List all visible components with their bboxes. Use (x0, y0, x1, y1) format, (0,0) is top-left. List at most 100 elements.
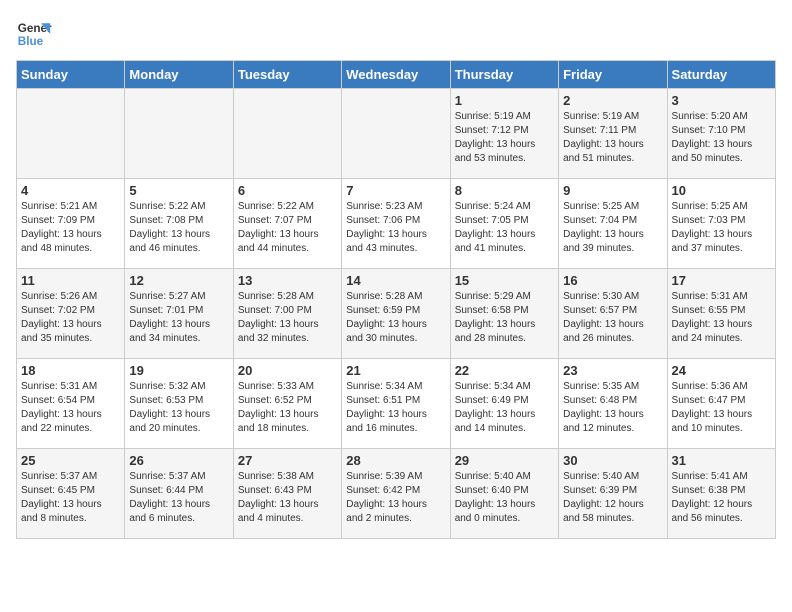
day-info: Sunrise: 5:34 AM Sunset: 6:51 PM Dayligh… (346, 380, 445, 436)
column-header-monday: Monday (125, 61, 233, 89)
day-number: 12 (129, 273, 228, 288)
day-info: Sunrise: 5:25 AM Sunset: 7:04 PM Dayligh… (563, 200, 662, 256)
logo: General Blue (16, 16, 52, 52)
calendar-header-row: SundayMondayTuesdayWednesdayThursdayFrid… (17, 61, 776, 89)
day-info: Sunrise: 5:27 AM Sunset: 7:01 PM Dayligh… (129, 290, 228, 346)
day-info: Sunrise: 5:40 AM Sunset: 6:40 PM Dayligh… (455, 470, 554, 526)
day-info: Sunrise: 5:35 AM Sunset: 6:48 PM Dayligh… (563, 380, 662, 436)
calendar-cell: 24 Sunrise: 5:36 AM Sunset: 6:47 PM Dayli… (667, 359, 775, 449)
day-info: Sunrise: 5:26 AM Sunset: 7:02 PM Dayligh… (21, 290, 120, 346)
day-info: Sunrise: 5:36 AM Sunset: 6:47 PM Dayligh… (672, 380, 771, 436)
calendar-cell: 21 Sunrise: 5:34 AM Sunset: 6:51 PM Dayli… (342, 359, 450, 449)
day-info: Sunrise: 5:22 AM Sunset: 7:07 PM Dayligh… (238, 200, 337, 256)
day-number: 7 (346, 183, 445, 198)
day-info: Sunrise: 5:25 AM Sunset: 7:03 PM Dayligh… (672, 200, 771, 256)
calendar-cell: 22Sunrise: 5:34 AM Sunset: 6:49 PM Dayli… (450, 359, 558, 449)
day-info: Sunrise: 5:39 AM Sunset: 6:42 PM Dayligh… (346, 470, 445, 526)
calendar-cell (125, 89, 233, 179)
day-number: 24 (672, 363, 771, 378)
day-info: Sunrise: 5:22 AM Sunset: 7:08 PM Dayligh… (129, 200, 228, 256)
day-number: 2 (563, 93, 662, 108)
day-info: Sunrise: 5:21 AM Sunset: 7:09 PM Dayligh… (21, 200, 120, 256)
calendar-cell: 13 Sunrise: 5:28 AM Sunset: 7:00 PM Dayli… (233, 269, 341, 359)
calendar-cell: 20Sunrise: 5:33 AM Sunset: 6:52 PM Dayli… (233, 359, 341, 449)
day-number: 26 (129, 453, 228, 468)
column-header-tuesday: Tuesday (233, 61, 341, 89)
calendar-cell: 14 Sunrise: 5:28 AM Sunset: 6:59 PM Dayli… (342, 269, 450, 359)
day-number: 29 (455, 453, 554, 468)
page-header: General Blue (16, 16, 776, 52)
day-info: Sunrise: 5:20 AM Sunset: 7:10 PM Dayligh… (672, 110, 771, 166)
day-info: Sunrise: 5:28 AM Sunset: 6:59 PM Dayligh… (346, 290, 445, 346)
calendar-week-row: 4 Sunrise: 5:21 AM Sunset: 7:09 PM Daylig… (17, 179, 776, 269)
day-number: 6 (238, 183, 337, 198)
day-number: 13 (238, 273, 337, 288)
day-info: Sunrise: 5:37 AM Sunset: 6:44 PM Dayligh… (129, 470, 228, 526)
calendar-cell: 31 Sunrise: 5:41 AM Sunset: 6:38 PM Dayli… (667, 449, 775, 539)
calendar-table: SundayMondayTuesdayWednesdayThursdayFrid… (16, 60, 776, 539)
svg-text:Blue: Blue (18, 35, 44, 48)
calendar-week-row: 11 Sunrise: 5:26 AM Sunset: 7:02 PM Dayli… (17, 269, 776, 359)
calendar-cell: 17Sunrise: 5:31 AM Sunset: 6:55 PM Dayli… (667, 269, 775, 359)
day-number: 3 (672, 93, 771, 108)
day-info: Sunrise: 5:19 AM Sunset: 7:11 PM Dayligh… (563, 110, 662, 166)
calendar-cell: 4 Sunrise: 5:21 AM Sunset: 7:09 PM Daylig… (17, 179, 125, 269)
day-info: Sunrise: 5:23 AM Sunset: 7:06 PM Dayligh… (346, 200, 445, 256)
calendar-cell: 5 Sunrise: 5:22 AM Sunset: 7:08 PM Daylig… (125, 179, 233, 269)
day-number: 21 (346, 363, 445, 378)
column-header-wednesday: Wednesday (342, 61, 450, 89)
day-number: 16 (563, 273, 662, 288)
day-number: 14 (346, 273, 445, 288)
column-header-thursday: Thursday (450, 61, 558, 89)
column-header-friday: Friday (559, 61, 667, 89)
day-number: 20 (238, 363, 337, 378)
day-number: 9 (563, 183, 662, 198)
calendar-cell: 2 Sunrise: 5:19 AM Sunset: 7:11 PM Daylig… (559, 89, 667, 179)
calendar-week-row: 1Sunrise: 5:19 AM Sunset: 7:12 PM Daylig… (17, 89, 776, 179)
day-info: Sunrise: 5:29 AM Sunset: 6:58 PM Dayligh… (455, 290, 554, 346)
day-info: Sunrise: 5:28 AM Sunset: 7:00 PM Dayligh… (238, 290, 337, 346)
day-info: Sunrise: 5:40 AM Sunset: 6:39 PM Dayligh… (563, 470, 662, 526)
logo-icon: General Blue (16, 16, 52, 52)
day-number: 22 (455, 363, 554, 378)
day-number: 4 (21, 183, 120, 198)
day-info: Sunrise: 5:30 AM Sunset: 6:57 PM Dayligh… (563, 290, 662, 346)
calendar-cell (233, 89, 341, 179)
day-info: Sunrise: 5:37 AM Sunset: 6:45 PM Dayligh… (21, 470, 120, 526)
day-number: 25 (21, 453, 120, 468)
day-number: 19 (129, 363, 228, 378)
day-number: 30 (563, 453, 662, 468)
calendar-cell: 23 Sunrise: 5:35 AM Sunset: 6:48 PM Dayli… (559, 359, 667, 449)
day-info: Sunrise: 5:32 AM Sunset: 6:53 PM Dayligh… (129, 380, 228, 436)
calendar-cell: 27Sunrise: 5:38 AM Sunset: 6:43 PM Dayli… (233, 449, 341, 539)
day-info: Sunrise: 5:24 AM Sunset: 7:05 PM Dayligh… (455, 200, 554, 256)
calendar-cell: 7 Sunrise: 5:23 AM Sunset: 7:06 PM Daylig… (342, 179, 450, 269)
calendar-cell: 8Sunrise: 5:24 AM Sunset: 7:05 PM Daylig… (450, 179, 558, 269)
calendar-cell: 25 Sunrise: 5:37 AM Sunset: 6:45 PM Dayli… (17, 449, 125, 539)
calendar-cell: 9 Sunrise: 5:25 AM Sunset: 7:04 PM Daylig… (559, 179, 667, 269)
calendar-cell (17, 89, 125, 179)
calendar-cell: 10 Sunrise: 5:25 AM Sunset: 7:03 PM Dayli… (667, 179, 775, 269)
calendar-cell: 30 Sunrise: 5:40 AM Sunset: 6:39 PM Dayli… (559, 449, 667, 539)
calendar-cell: 6 Sunrise: 5:22 AM Sunset: 7:07 PM Daylig… (233, 179, 341, 269)
calendar-cell: 16 Sunrise: 5:30 AM Sunset: 6:57 PM Dayli… (559, 269, 667, 359)
calendar-cell: 29 Sunrise: 5:40 AM Sunset: 6:40 PM Dayli… (450, 449, 558, 539)
day-number: 17 (672, 273, 771, 288)
day-number: 23 (563, 363, 662, 378)
calendar-cell (342, 89, 450, 179)
calendar-cell: 26 Sunrise: 5:37 AM Sunset: 6:44 PM Dayli… (125, 449, 233, 539)
calendar-cell: 18 Sunrise: 5:31 AM Sunset: 6:54 PM Dayli… (17, 359, 125, 449)
column-header-sunday: Sunday (17, 61, 125, 89)
calendar-cell: 11 Sunrise: 5:26 AM Sunset: 7:02 PM Dayli… (17, 269, 125, 359)
calendar-week-row: 25 Sunrise: 5:37 AM Sunset: 6:45 PM Dayli… (17, 449, 776, 539)
day-info: Sunrise: 5:31 AM Sunset: 6:54 PM Dayligh… (21, 380, 120, 436)
calendar-cell: 28Sunrise: 5:39 AM Sunset: 6:42 PM Dayli… (342, 449, 450, 539)
day-number: 31 (672, 453, 771, 468)
day-info: Sunrise: 5:41 AM Sunset: 6:38 PM Dayligh… (672, 470, 771, 526)
day-info: Sunrise: 5:19 AM Sunset: 7:12 PM Dayligh… (455, 110, 554, 166)
day-number: 11 (21, 273, 120, 288)
day-number: 10 (672, 183, 771, 198)
day-number: 18 (21, 363, 120, 378)
calendar-week-row: 18 Sunrise: 5:31 AM Sunset: 6:54 PM Dayli… (17, 359, 776, 449)
day-number: 5 (129, 183, 228, 198)
